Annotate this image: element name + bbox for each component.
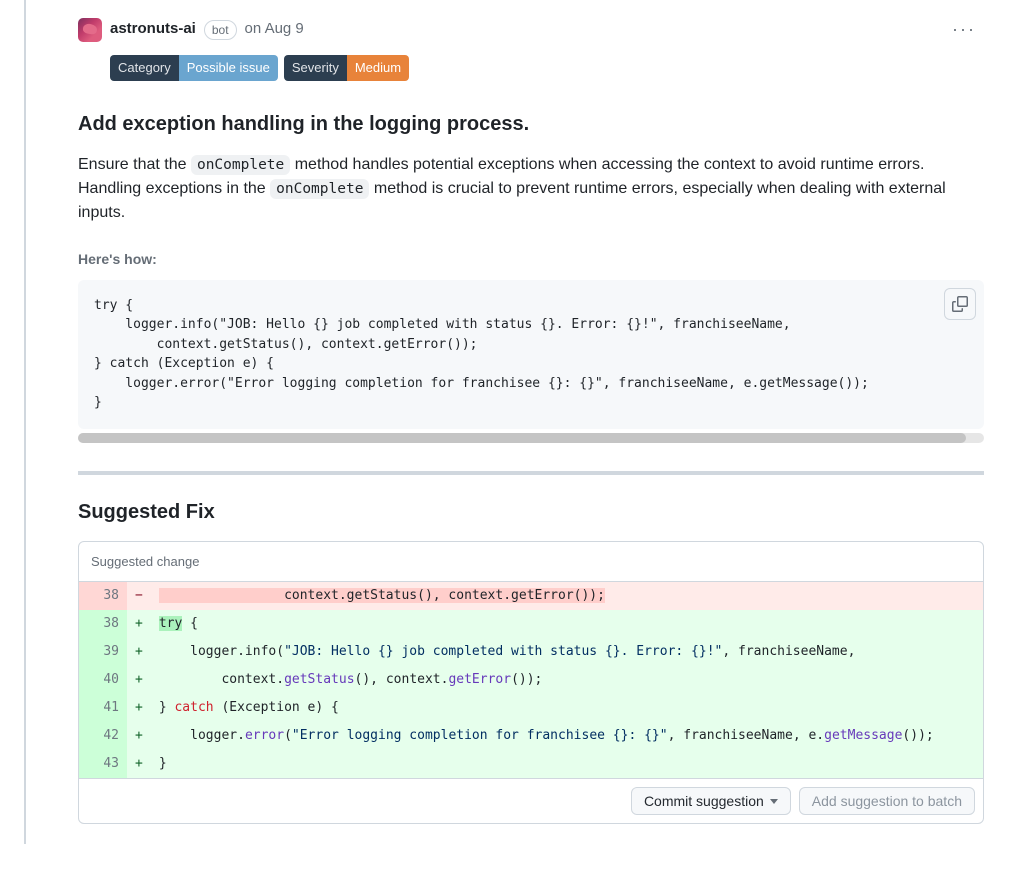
suggestion-description: Ensure that the onComplete method handle… [78, 153, 984, 225]
desc-text: Ensure that the [78, 156, 191, 173]
diff-table: 38− context.getStatus(), context.getErro… [79, 582, 983, 778]
diff-row-added: 43+} [79, 750, 983, 778]
diff-row-added: 42+ logger.error("Error logging completi… [79, 722, 983, 750]
diff-row-added: 39+ logger.info("JOB: Hello {} job compl… [79, 638, 983, 666]
suggestion-title: Add exception handling in the logging pr… [78, 109, 984, 139]
chevron-down-icon [770, 799, 778, 804]
add-to-batch-button[interactable]: Add suggestion to batch [799, 787, 975, 815]
diff-row-added: 40+ context.getStatus(), context.getErro… [79, 666, 983, 694]
diff-row-added: 41+} catch (Exception e) { [79, 694, 983, 722]
scrollbar-thumb[interactable] [78, 433, 966, 443]
howto-label: Here's how: [78, 249, 984, 270]
timestamp[interactable]: on Aug 9 [245, 18, 304, 41]
code-text: try { logger.info("JOB: Hello {} job com… [94, 296, 968, 413]
diff-row-added: 38+try { [79, 610, 983, 638]
inline-code: onComplete [191, 155, 290, 175]
diff-row-removed: 38− context.getStatus(), context.getErro… [79, 582, 983, 610]
labels-row: Category Possible issue Severity Medium [110, 55, 984, 81]
category-value: Possible issue [179, 55, 278, 81]
author-link[interactable]: astronuts-ai [110, 18, 196, 41]
suggestion-box: Suggested change 38− context.getStatus()… [78, 541, 984, 825]
avatar[interactable] [78, 18, 102, 42]
commit-suggestion-button[interactable]: Commit suggestion [631, 787, 791, 815]
severity-key: Severity [284, 55, 347, 81]
category-label: Category Possible issue [110, 55, 278, 81]
commit-label: Commit suggestion [644, 793, 764, 809]
copy-button[interactable] [944, 288, 976, 320]
code-block: try { logger.info("JOB: Hello {} job com… [78, 280, 984, 429]
timeline-gutter [0, 0, 48, 844]
kebab-menu-icon[interactable]: ··· [944, 12, 984, 47]
timeline-line [24, 0, 26, 844]
batch-label: Add suggestion to batch [812, 793, 962, 809]
comment-body: Add exception handling in the logging pr… [78, 109, 984, 825]
bot-badge: bot [204, 20, 237, 40]
suggested-change-label: Suggested change [79, 542, 983, 583]
separator [78, 471, 984, 475]
horizontal-scrollbar[interactable] [78, 433, 984, 443]
comment-container: astronuts-ai bot on Aug 9 ··· Category P… [48, 0, 1024, 844]
category-key: Category [110, 55, 179, 81]
suggested-fix-heading: Suggested Fix [78, 497, 984, 527]
severity-value: Medium [347, 55, 409, 81]
suggestion-footer: Commit suggestion Add suggestion to batc… [79, 778, 983, 823]
copy-icon [952, 296, 968, 312]
comment-header: astronuts-ai bot on Aug 9 ··· [78, 12, 984, 47]
inline-code: onComplete [270, 179, 369, 199]
severity-label: Severity Medium [284, 55, 409, 81]
